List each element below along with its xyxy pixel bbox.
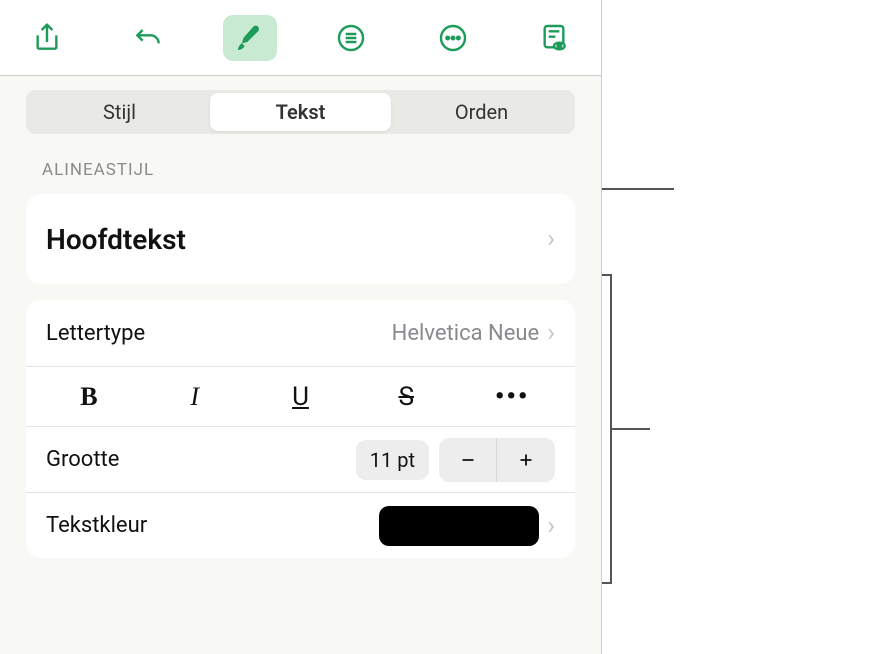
chevron-right-icon: › xyxy=(547,318,555,348)
textcolor-row[interactable]: Tekstkleur › xyxy=(26,492,575,558)
share-button[interactable] xyxy=(20,15,74,61)
color-swatch[interactable] xyxy=(379,506,539,546)
top-toolbar xyxy=(0,0,601,76)
bold-button[interactable]: B xyxy=(36,370,142,424)
tabs-container: Stijl Tekst Orden xyxy=(0,76,601,144)
undo-button[interactable] xyxy=(121,15,175,61)
tab-tekst[interactable]: Tekst xyxy=(210,93,391,131)
size-row: Grootte 11 pt xyxy=(26,426,575,492)
read-mode-button[interactable] xyxy=(527,15,581,61)
text-card: Lettertype Helvetica Neue › B I U S ••• … xyxy=(26,300,575,558)
minus-icon xyxy=(457,449,479,471)
size-decrease-button[interactable] xyxy=(439,438,497,482)
undo-icon xyxy=(132,22,164,54)
font-value: Helvetica Neue xyxy=(392,321,540,346)
callout-bracket-top xyxy=(602,274,612,276)
more-options-button[interactable] xyxy=(426,15,480,61)
format-brush-button[interactable] xyxy=(223,15,277,61)
paragraph-style-value: Hoofdtekst xyxy=(46,223,186,256)
section-header-alineastijl: ALINEASTIJL xyxy=(0,144,601,186)
paragraph-style-row[interactable]: Hoofdtekst › xyxy=(26,194,575,284)
segmented-tabs: Stijl Tekst Orden xyxy=(26,90,575,134)
more-icon xyxy=(437,22,469,54)
underline-button[interactable]: U xyxy=(248,370,354,424)
format-panel: Stijl Tekst Orden ALINEASTIJL Hoofdtekst… xyxy=(0,0,602,654)
list-icon xyxy=(335,22,367,54)
tab-stijl[interactable]: Stijl xyxy=(29,93,210,131)
textcolor-label: Tekstkleur xyxy=(46,513,147,538)
size-increase-button[interactable] xyxy=(497,438,555,482)
share-icon xyxy=(31,22,63,54)
font-row[interactable]: Lettertype Helvetica Neue › xyxy=(26,300,575,366)
strikethrough-button[interactable]: S xyxy=(353,370,459,424)
root: Stijl Tekst Orden ALINEASTIJL Hoofdtekst… xyxy=(0,0,870,654)
size-label: Grootte xyxy=(46,447,119,472)
tab-orden[interactable]: Orden xyxy=(391,93,572,131)
document-eye-icon xyxy=(538,22,570,54)
size-stepper xyxy=(439,438,555,482)
callout-area xyxy=(602,0,870,654)
callout-line xyxy=(602,188,674,190)
format-buttons-row: B I U S ••• xyxy=(26,366,575,426)
chevron-right-icon: › xyxy=(547,511,555,541)
callout-bracket-mid xyxy=(610,428,650,430)
chevron-right-icon: › xyxy=(547,224,555,254)
font-label: Lettertype xyxy=(46,321,145,346)
paragraph-style-card: Hoofdtekst › xyxy=(26,194,575,284)
brush-icon xyxy=(234,22,266,54)
callout-bracket-bottom xyxy=(602,582,612,584)
size-value[interactable]: 11 pt xyxy=(356,440,429,480)
plus-icon xyxy=(515,449,537,471)
insert-button[interactable] xyxy=(324,15,378,61)
more-format-button[interactable]: ••• xyxy=(459,370,565,424)
italic-button[interactable]: I xyxy=(142,370,248,424)
